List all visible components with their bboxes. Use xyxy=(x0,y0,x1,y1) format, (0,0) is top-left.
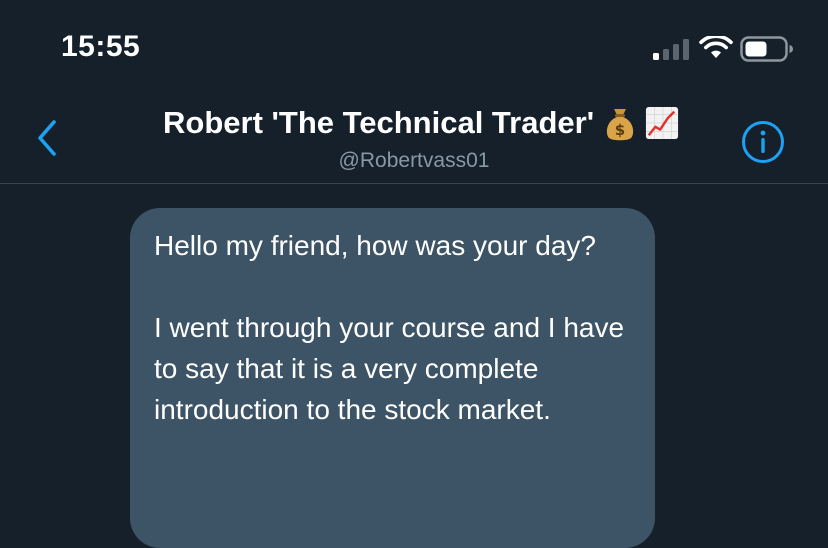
money-bag-icon: $ xyxy=(606,109,633,141)
conversation-title-row[interactable]: Robert 'The Technical Trader' $ xyxy=(0,104,828,142)
message-text: Hello my friend, how was your day? xyxy=(154,230,596,261)
status-time: 15:55 xyxy=(61,30,141,63)
received-message-bubble[interactable]: Hello my friend, how was your day? I wen… xyxy=(130,208,655,548)
status-bar: 15:55 xyxy=(0,0,828,96)
info-circle-icon[interactable] xyxy=(741,120,785,164)
wifi-icon xyxy=(699,36,733,58)
conversation-header: Robert 'The Technical Trader' $ @Robertv… xyxy=(0,96,828,184)
chart-increasing-icon xyxy=(645,106,679,140)
conversation-handle: @Robertvass01 xyxy=(338,149,490,172)
message-text: I went through your course and I have to… xyxy=(154,312,625,425)
battery-icon xyxy=(740,36,793,62)
svg-text:$: $ xyxy=(614,121,624,139)
cellular-signal-icon xyxy=(653,39,689,60)
conversation-title: Robert 'The Technical Trader' xyxy=(163,105,595,140)
